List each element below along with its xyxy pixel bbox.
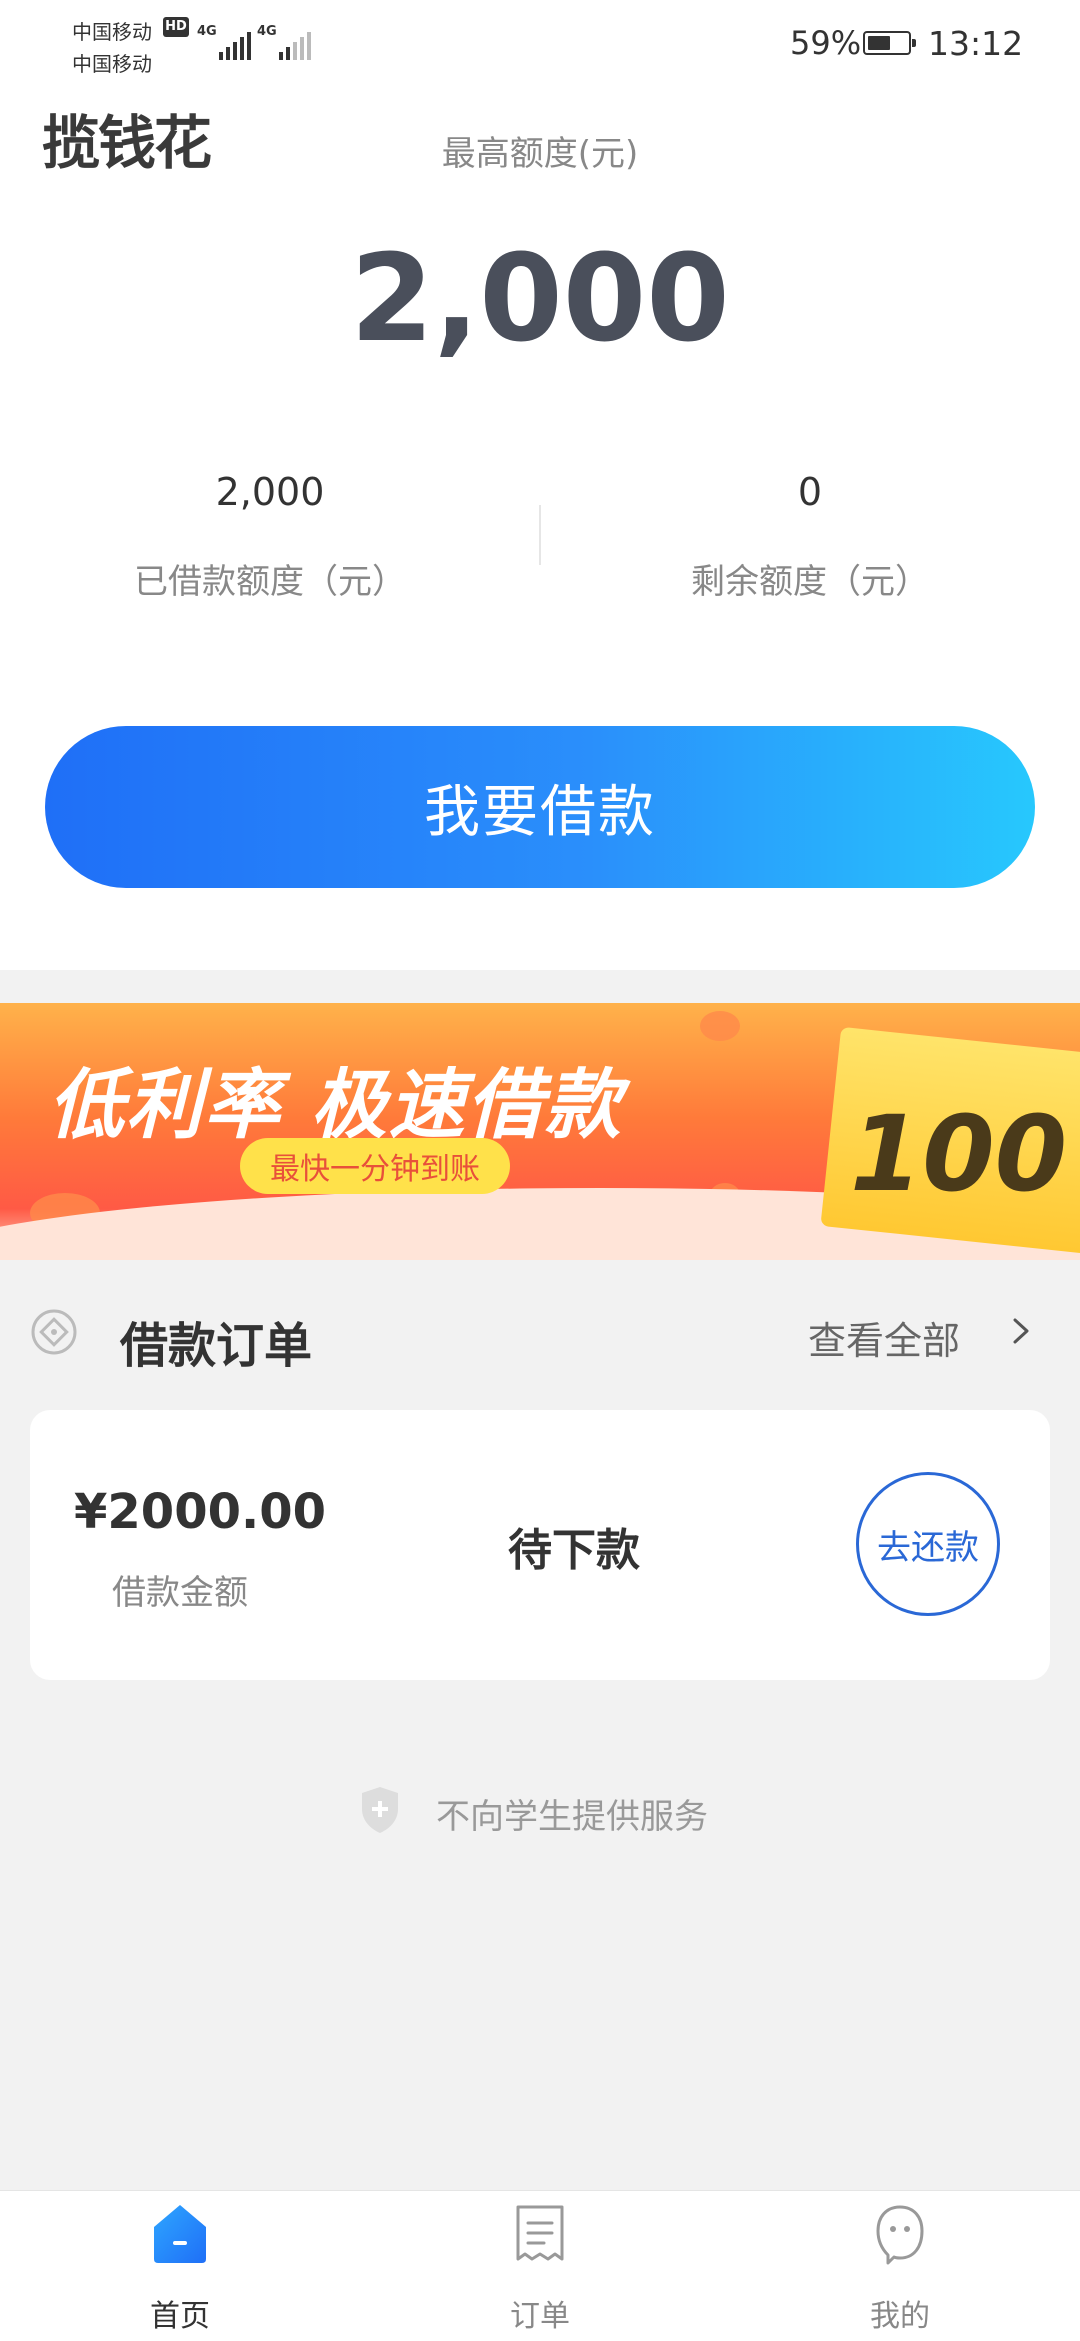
order-amount-label: 借款金额 [112, 1573, 248, 1613]
shield-icon [362, 1787, 398, 1833]
tab-orders[interactable]: 订单 [360, 2191, 720, 2341]
hd-badge: HD [163, 17, 189, 37]
order-status: 待下款 [508, 1525, 640, 1576]
student-notice-text: 不向学生提供服务 [436, 1797, 708, 1837]
battery-percent: 59% [790, 24, 862, 62]
orders-section-title: 借款订单 [120, 1318, 313, 1374]
banner-slogan: 低利率 极速借款 [48, 1060, 623, 1149]
banner-subtitle: 最快一分钟到账 [240, 1138, 510, 1194]
status-bar: 中国移动 中国移动 HD 4G 4G 59% 13:12 [0, 0, 1080, 90]
repay-button[interactable]: 去还款 [856, 1472, 1000, 1616]
tab-home[interactable]: 首页 [0, 2191, 360, 2341]
home-icon [154, 2205, 206, 2263]
bottom-tab-bar: 首页 订单 我的 [0, 2190, 1080, 2341]
remaining-credit-value: 0 [797, 470, 823, 514]
remaining-credit: 0 剩余额度（元） [540, 470, 1080, 603]
tab-home-label: 首页 [150, 2299, 210, 2334]
tab-profile[interactable]: 我的 [720, 2191, 1080, 2341]
tab-profile-label: 我的 [870, 2299, 930, 2334]
order-amount: ¥2000.00 [74, 1484, 327, 1540]
order-card[interactable]: ¥2000.00 借款金额 待下款 去还款 [30, 1410, 1050, 1680]
max-credit-amount: 2,000 [350, 230, 730, 369]
borrow-button[interactable]: 我要借款 [45, 726, 1035, 888]
borrowed-credit-label: 已借款额度（元） [134, 562, 406, 602]
borrowed-credit: 2,000 已借款额度（元） [0, 470, 540, 603]
profile-icon [876, 2205, 924, 2265]
network-type-label: 4G [257, 24, 277, 39]
borrowed-credit-value: 2,000 [215, 470, 325, 514]
view-all-orders-link[interactable]: 查看全部 [808, 1310, 960, 1365]
coupon-amount: 100 [850, 1093, 1068, 1215]
credit-panel: 中国移动 中国移动 HD 4G 4G 59% 13:12 揽钱花 最高额度(元)… [0, 0, 1080, 970]
promo-banner[interactable]: 低利率 极速借款 最快一分钟到账 100 [0, 1003, 1080, 1260]
network-type-label: 4G [197, 24, 217, 39]
chevron-right-icon[interactable] [1006, 1316, 1036, 1346]
battery-icon [863, 31, 916, 55]
remaining-credit-label: 剩余额度（元） [691, 562, 929, 602]
carrier-label-1: 中国移动 [72, 20, 152, 44]
student-notice: 不向学生提供服务 [0, 1785, 1080, 1837]
orders-section-header: 借款订单 查看全部 [0, 1290, 1080, 1380]
carrier-label-2: 中国移动 [72, 52, 152, 76]
max-credit-label: 最高额度(元) [441, 134, 639, 174]
orders-section-icon [31, 1309, 77, 1355]
clock: 13:12 [928, 24, 1024, 63]
tab-orders-label: 订单 [510, 2299, 570, 2334]
decor-bubble [700, 1011, 740, 1041]
order-receipt-icon [516, 2205, 564, 2261]
